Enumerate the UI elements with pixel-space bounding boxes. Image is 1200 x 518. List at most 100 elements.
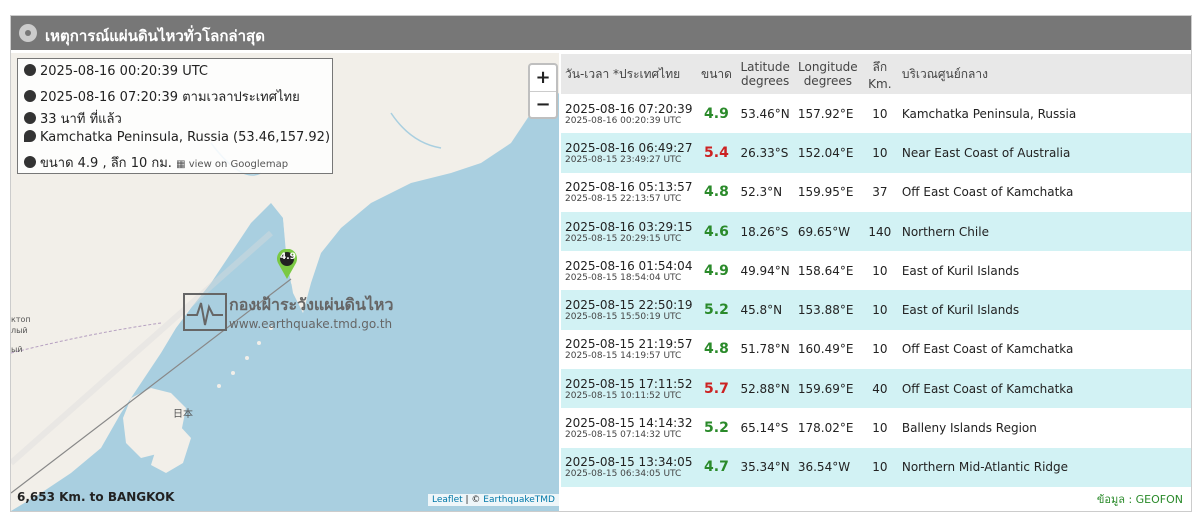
table-row[interactable]: 2025-08-15 22:50:19 2025-08-15 15:50:19 U… bbox=[561, 290, 1191, 330]
cell-latitude: 51.78°N bbox=[740, 342, 790, 357]
distance-to-bangkok: 6,653 Km. to BANGKOK bbox=[17, 490, 175, 504]
cell-region: Kamchatka Peninsula, Russia bbox=[901, 106, 1077, 121]
zoom-control: + − bbox=[528, 63, 558, 119]
cell-magnitude: 5.2 bbox=[696, 290, 737, 330]
info-location: Kamchatka Peninsula, Russia (53.46,157.9… bbox=[24, 130, 330, 145]
cell-longitude: 178.02°E bbox=[797, 421, 854, 436]
header-magnitude: ขนาด bbox=[696, 54, 737, 94]
table-row[interactable]: 2025-08-15 21:19:57 2025-08-15 14:19:57 U… bbox=[561, 330, 1191, 369]
table-row[interactable]: 2025-08-16 05:13:57 2025-08-15 22:13:57 U… bbox=[561, 173, 1191, 212]
cell-depth: 10 bbox=[872, 106, 888, 121]
googlemap-link[interactable]: ▦ view on Googlemap bbox=[176, 159, 288, 170]
clock-icon bbox=[24, 64, 36, 76]
cell-longitude: 160.49°E bbox=[797, 342, 854, 357]
header-latitude: Latitude degrees bbox=[736, 54, 794, 94]
cell-depth: 10 bbox=[872, 342, 888, 357]
info-utc-time: 2025-08-16 00:20:39 UTC bbox=[24, 64, 208, 79]
table-row[interactable]: 2025-08-15 14:14:32 2025-08-15 07:14:32 U… bbox=[561, 408, 1191, 447]
cell-latitude: 53.46°N bbox=[740, 106, 790, 121]
cell-latitude: 65.14°S bbox=[740, 421, 789, 436]
cell-latitude: 45.8°N bbox=[736, 290, 794, 330]
cell-longitude: 158.64°E bbox=[797, 263, 854, 278]
cell-latitude: 26.33°S bbox=[736, 133, 794, 173]
cell-latitude: 49.94°N bbox=[740, 263, 790, 278]
cell-datetime: 2025-08-15 13:34:05 2025-08-15 06:34:05 U… bbox=[561, 447, 697, 487]
table-row[interactable]: 2025-08-16 06:49:27 2025-08-15 23:49:27 U… bbox=[561, 133, 1191, 173]
cell-magnitude: 4.9 bbox=[704, 105, 729, 122]
cell-datetime: 2025-08-15 22:50:19 2025-08-15 15:50:19 U… bbox=[561, 290, 697, 330]
earthquake-table: วัน-เวลา *ประเทศไทย ขนาด Latitude degree… bbox=[561, 54, 1191, 487]
table-row[interactable]: 2025-08-15 13:34:05 2025-08-15 06:34:05 U… bbox=[561, 447, 1191, 487]
map-label-side: ый bbox=[11, 345, 23, 354]
map-view[interactable]: 2025-08-16 00:20:39 UTC 2025-08-16 07:20… bbox=[11, 53, 559, 511]
cell-magnitude: 5.7 bbox=[696, 369, 737, 409]
earthquake-marker[interactable]: 4.9 bbox=[276, 249, 298, 279]
cell-datetime: 2025-08-16 07:20:39 2025-08-16 00:20:39 U… bbox=[565, 101, 693, 126]
seismograph-logo-icon bbox=[183, 293, 227, 331]
map-label-side: ктоп bbox=[11, 315, 31, 324]
cell-datetime: 2025-08-16 05:13:57 2025-08-15 22:13:57 U… bbox=[565, 180, 693, 205]
map-label-side: лый bbox=[11, 326, 28, 335]
cell-datetime: 2025-08-15 21:19:57 2025-08-15 14:19:57 U… bbox=[565, 337, 693, 362]
header-longitude: Longitude degrees bbox=[793, 54, 862, 94]
table-header-row: วัน-เวลา *ประเทศไทย ขนาด Latitude degree… bbox=[561, 54, 1191, 94]
cell-latitude: 35.34°N bbox=[736, 447, 794, 487]
cell-magnitude: 5.4 bbox=[696, 133, 737, 173]
header-region: บริเวณศูนย์กลาง bbox=[897, 54, 1191, 94]
table-row[interactable]: 2025-08-15 17:11:52 2025-08-15 10:11:52 U… bbox=[561, 369, 1191, 409]
cell-longitude: 69.65°W bbox=[793, 211, 862, 252]
cell-depth: 40 bbox=[861, 369, 898, 409]
table-row[interactable]: 2025-08-16 03:29:15 2025-08-15 20:29:15 U… bbox=[561, 211, 1191, 252]
zoom-out-button[interactable]: − bbox=[530, 91, 556, 118]
cell-longitude: 157.92°E bbox=[797, 106, 854, 121]
cell-region: Northern Chile bbox=[897, 211, 1191, 252]
cell-region: Off East Coast of Kamchatka bbox=[897, 369, 1191, 409]
stopwatch-icon bbox=[24, 112, 36, 124]
cell-depth: 10 bbox=[861, 290, 898, 330]
map-icon: ▦ bbox=[176, 159, 186, 170]
cell-magnitude: 4.8 bbox=[704, 184, 729, 201]
info-magnitude: ขนาด 4.9 , ลึก 10 กม. ▦ view on Googlema… bbox=[24, 152, 288, 173]
cell-magnitude: 4.9 bbox=[704, 262, 729, 279]
record-icon bbox=[19, 24, 37, 42]
cell-region: Near East Coast of Australia bbox=[897, 133, 1191, 173]
map-attribution: Leaflet | © EarthquakeTMD bbox=[428, 494, 559, 506]
cell-region: Balleny Islands Region bbox=[901, 421, 1037, 436]
info-icon bbox=[24, 156, 36, 168]
table-row[interactable]: 2025-08-16 01:54:04 2025-08-15 18:54:04 U… bbox=[561, 251, 1191, 290]
clock-icon bbox=[24, 90, 36, 102]
cell-latitude: 18.26°S bbox=[736, 211, 794, 252]
cell-longitude: 159.95°E bbox=[797, 185, 854, 200]
cell-latitude: 52.88°N bbox=[736, 369, 794, 409]
table-row[interactable]: 2025-08-16 07:20:39 2025-08-16 00:20:39 U… bbox=[561, 94, 1191, 133]
cell-depth: 37 bbox=[872, 185, 888, 200]
cell-datetime: 2025-08-16 01:54:04 2025-08-15 18:54:04 U… bbox=[565, 258, 693, 283]
cell-datetime: 2025-08-15 17:11:52 2025-08-15 10:11:52 U… bbox=[561, 369, 697, 409]
cell-depth: 140 bbox=[861, 211, 898, 252]
cell-longitude: 159.69°E bbox=[793, 369, 862, 409]
info-elapsed: 33 นาที ที่แล้ว bbox=[24, 108, 122, 129]
earthquaketmd-link[interactable]: EarthquakeTMD bbox=[483, 495, 555, 505]
page-title: เหตุการณ์แผ่นดินไหวทั่วโลกล่าสุด bbox=[45, 27, 265, 45]
zoom-in-button[interactable]: + bbox=[530, 65, 556, 91]
cell-longitude: 153.88°E bbox=[793, 290, 862, 330]
event-info-box: 2025-08-16 00:20:39 UTC 2025-08-16 07:20… bbox=[17, 58, 333, 174]
cell-magnitude: 4.7 bbox=[696, 447, 737, 487]
info-thai-time: 2025-08-16 07:20:39 ตามเวลาประเทศไทย bbox=[24, 86, 300, 107]
cell-datetime: 2025-08-15 14:14:32 2025-08-15 07:14:32 U… bbox=[565, 416, 693, 441]
cell-depth: 10 bbox=[861, 447, 898, 487]
marker-magnitude: 4.9 bbox=[280, 252, 296, 262]
cell-longitude: 152.04°E bbox=[793, 133, 862, 173]
map-pin-icon bbox=[24, 130, 36, 142]
earthquake-panel: เหตุการณ์แผ่นดินไหวทั่วโลกล่าสุด 2025-08… bbox=[10, 15, 1192, 512]
cell-depth: 10 bbox=[872, 263, 888, 278]
header-depth: ลึก Km. bbox=[861, 54, 898, 94]
cell-datetime: 2025-08-16 03:29:15 2025-08-15 20:29:15 U… bbox=[561, 211, 697, 252]
data-source: ข้อมูล : GEOFON bbox=[1096, 493, 1183, 506]
header-datetime: วัน-เวลา *ประเทศไทย bbox=[561, 54, 697, 94]
cell-depth: 10 bbox=[872, 421, 888, 436]
cell-magnitude: 5.2 bbox=[704, 420, 729, 437]
leaflet-link[interactable]: Leaflet bbox=[432, 495, 463, 505]
map-label-japan: 日本 bbox=[173, 409, 193, 420]
cell-magnitude: 4.8 bbox=[704, 341, 729, 358]
